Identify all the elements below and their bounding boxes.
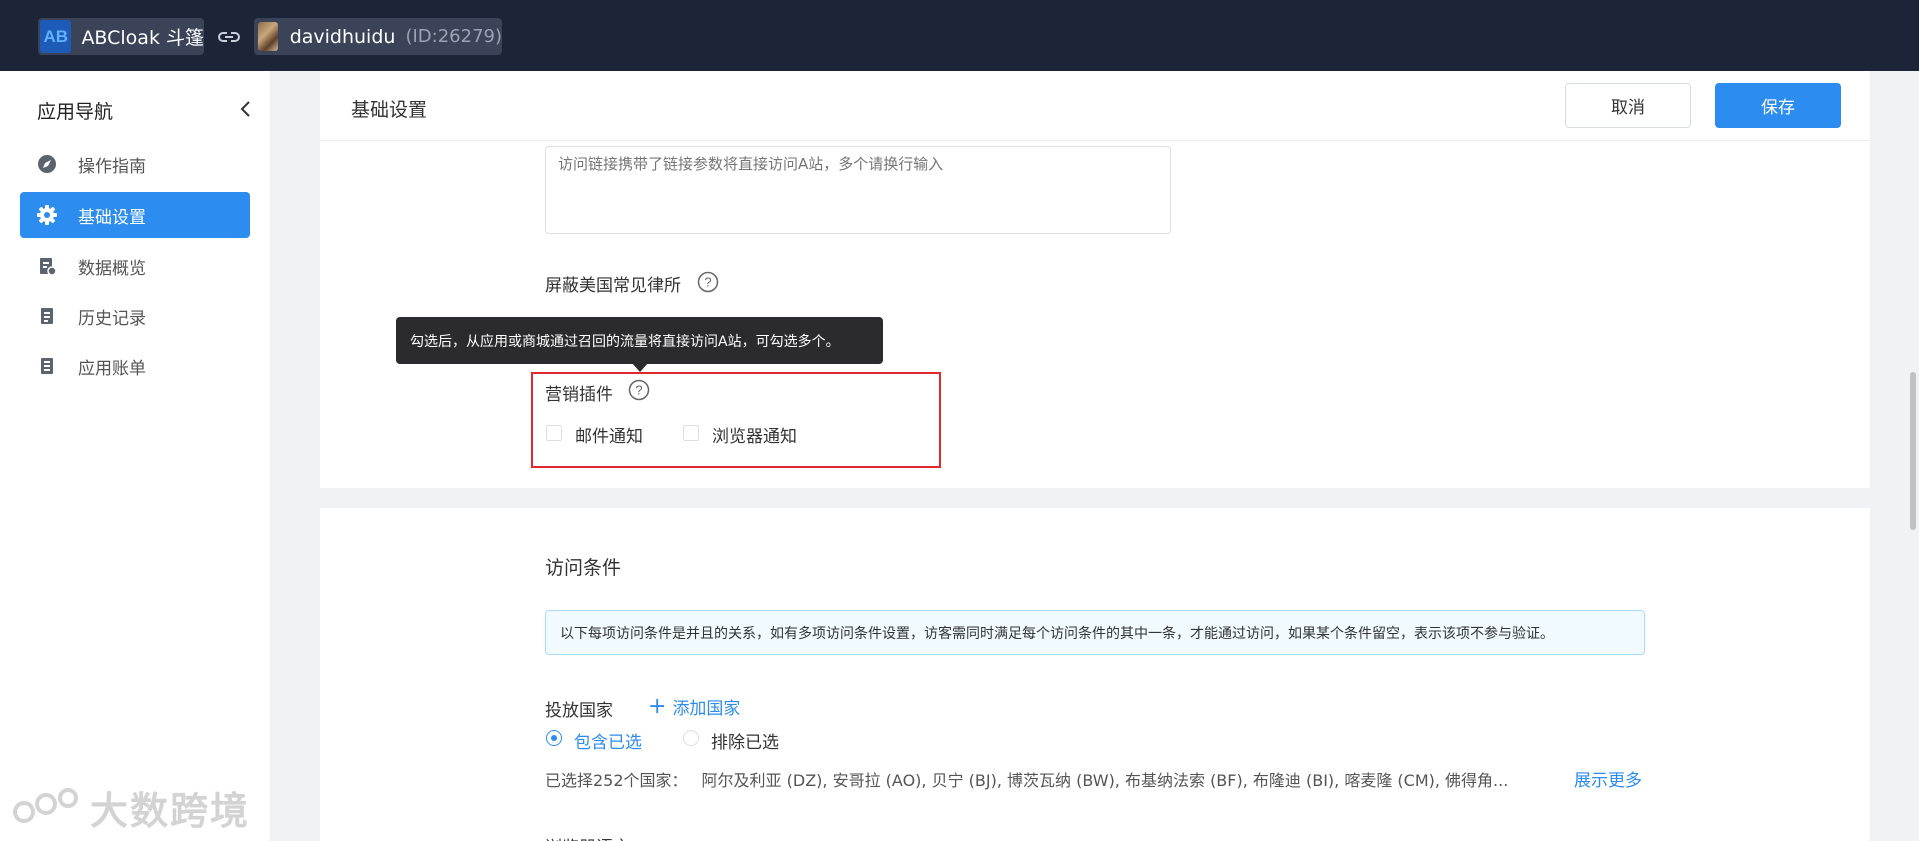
- sidebar-item-guide[interactable]: 操作指南: [20, 141, 250, 187]
- access-conditions-card: 访问条件 以下每项访问条件是并且的关系，如有多项访问条件设置，访客需同时满足每个…: [320, 508, 1870, 841]
- app-switcher[interactable]: AB ABCloak 斗篷: [38, 18, 204, 55]
- tooltip: 勾选后，从应用或商城通过召回的流量将直接访问A站，可勾选多个。: [396, 317, 883, 364]
- watermark: 大数跨境: [10, 780, 250, 835]
- link-params-textarea[interactable]: [545, 146, 1171, 234]
- chevron-left-icon[interactable]: [237, 98, 255, 120]
- browser-notify-label[interactable]: 浏览器通知: [712, 422, 797, 447]
- email-notify-checkbox[interactable]: [546, 425, 562, 441]
- save-button[interactable]: 保存: [1715, 83, 1841, 128]
- gear-icon: [36, 204, 58, 226]
- exclude-label[interactable]: 排除已选: [711, 728, 779, 753]
- top-bar: AB ABCloak 斗篷 davidhuidu (ID:26279): [0, 0, 1919, 71]
- sidebar-item-label: 历史记录: [78, 308, 146, 329]
- plus-icon: +: [648, 693, 667, 719]
- exclude-radio[interactable]: [683, 730, 699, 746]
- selected-count-label: 已选择252个国家：: [545, 771, 688, 790]
- help-icon[interactable]: ?: [628, 379, 650, 401]
- show-more-link[interactable]: 展示更多: [1574, 766, 1642, 791]
- app-name: ABCloak 斗篷: [81, 27, 204, 49]
- sidebar-item-history[interactable]: 历史记录: [20, 293, 250, 339]
- include-radio[interactable]: [546, 730, 562, 746]
- block-law-label: 屏蔽美国常见律所: [545, 276, 681, 296]
- sidebar-item-basic-settings[interactable]: 基础设置: [20, 192, 250, 238]
- sidebar-item-label: 基础设置: [78, 207, 146, 228]
- watermark-logo-icon: [13, 787, 78, 823]
- page-title: 基础设置: [351, 99, 428, 121]
- selected-countries: 已选择252个国家： 阿尔及利亚 (DZ), 安哥拉 (AO), 贝宁 (BJ),…: [545, 767, 1508, 791]
- scrollbar[interactable]: [1910, 372, 1916, 530]
- section-title: 访问条件: [545, 557, 622, 579]
- svg-text:?: ?: [704, 275, 711, 290]
- user-id: (ID:26279): [405, 26, 502, 47]
- link-icon: [218, 32, 240, 42]
- include-label[interactable]: 包含已选: [574, 728, 642, 753]
- svg-text:?: ?: [635, 383, 642, 398]
- bill-icon: [36, 355, 58, 377]
- country-label: 投放国家: [545, 701, 613, 721]
- watermark-text: 大数跨境: [90, 789, 251, 833]
- marketing-plugin-label: 营销插件: [545, 385, 613, 405]
- user-name: davidhuidu: [289, 25, 396, 48]
- add-country-button[interactable]: + 添加国家: [648, 694, 740, 719]
- account-switcher[interactable]: davidhuidu (ID:26279): [254, 18, 502, 55]
- info-alert: 以下每项访问条件是并且的关系，如有多项访问条件设置，访客需同时满足每个访问条件的…: [545, 610, 1645, 655]
- avatar: [258, 22, 278, 51]
- sidebar-item-label: 应用账单: [78, 358, 146, 379]
- sidebar-item-label: 操作指南: [78, 156, 146, 177]
- history-icon: [36, 305, 58, 327]
- sidebar-title: 应用导航: [37, 101, 114, 123]
- email-notify-label[interactable]: 邮件通知: [575, 422, 643, 447]
- sidebar: 应用导航 操作指南 基础设置 数据概览 历史记录 应用账单: [0, 71, 270, 841]
- data-overview-icon: [36, 255, 58, 277]
- tooltip-arrow: [632, 363, 648, 372]
- sidebar-item-data-overview[interactable]: 数据概览: [20, 243, 250, 289]
- selected-country-list: 阿尔及利亚 (DZ), 安哥拉 (AO), 贝宁 (BJ), 博茨瓦纳 (BW)…: [701, 771, 1509, 790]
- help-icon[interactable]: ?: [697, 271, 719, 293]
- browser-notify-checkbox[interactable]: [683, 425, 699, 441]
- browser-language-label: 浏览器语言: [545, 833, 630, 841]
- page-header: 基础设置 取消 保存: [320, 71, 1870, 141]
- cancel-button[interactable]: 取消: [1565, 83, 1691, 128]
- compass-icon: [36, 153, 58, 175]
- app-logo: AB: [40, 20, 72, 53]
- add-country-label: 添加国家: [672, 699, 741, 719]
- sidebar-item-label: 数据概览: [78, 258, 146, 279]
- sidebar-item-bill[interactable]: 应用账单: [20, 343, 250, 389]
